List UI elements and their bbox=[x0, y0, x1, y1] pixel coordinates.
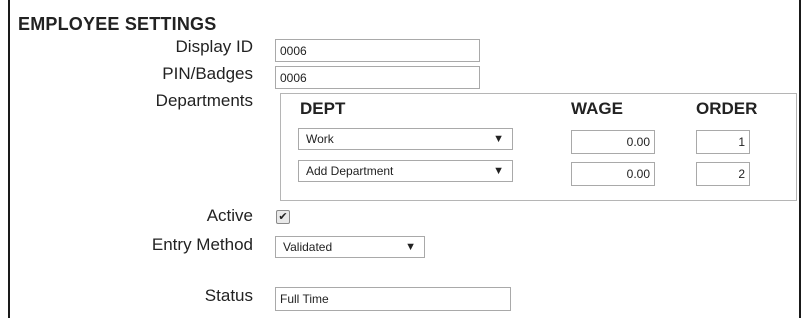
department-select-value: Work bbox=[306, 132, 334, 146]
wage-input[interactable] bbox=[571, 162, 655, 186]
entry-method-select-value: Validated bbox=[283, 240, 333, 254]
add-department-select[interactable]: Add Department ▼ bbox=[298, 160, 513, 182]
departments-label: Departments bbox=[155, 91, 253, 110]
active-checkbox[interactable]: ✔ bbox=[276, 210, 290, 224]
status-input[interactable] bbox=[275, 287, 511, 311]
order-input[interactable] bbox=[696, 162, 750, 186]
order-column-header: ORDER bbox=[696, 99, 758, 118]
order-input[interactable] bbox=[696, 130, 750, 154]
display-id-label: Display ID bbox=[175, 37, 253, 56]
add-department-select-value: Add Department bbox=[306, 164, 394, 178]
entry-method-select[interactable]: Validated ▼ bbox=[275, 236, 425, 258]
wage-column-header: WAGE bbox=[571, 99, 623, 118]
chevron-down-icon: ▼ bbox=[493, 165, 504, 177]
chevron-down-icon: ▼ bbox=[405, 241, 416, 253]
status-label: Status bbox=[204, 286, 253, 305]
pin-badges-input[interactable] bbox=[275, 66, 480, 89]
entry-method-label: Entry Method bbox=[151, 235, 253, 254]
pin-badges-label: PIN/Badges bbox=[162, 64, 253, 83]
active-label: Active bbox=[206, 206, 253, 225]
section-title: EMPLOYEE SETTINGS bbox=[18, 14, 217, 34]
chevron-down-icon: ▼ bbox=[493, 133, 504, 145]
dept-column-header: DEPT bbox=[300, 99, 346, 118]
display-id-input[interactable] bbox=[275, 39, 480, 62]
department-select[interactable]: Work ▼ bbox=[298, 128, 513, 150]
wage-input[interactable] bbox=[571, 130, 655, 154]
departments-panel: DEPT WAGE ORDER Work ▼ Add Department ▼ bbox=[280, 93, 797, 201]
